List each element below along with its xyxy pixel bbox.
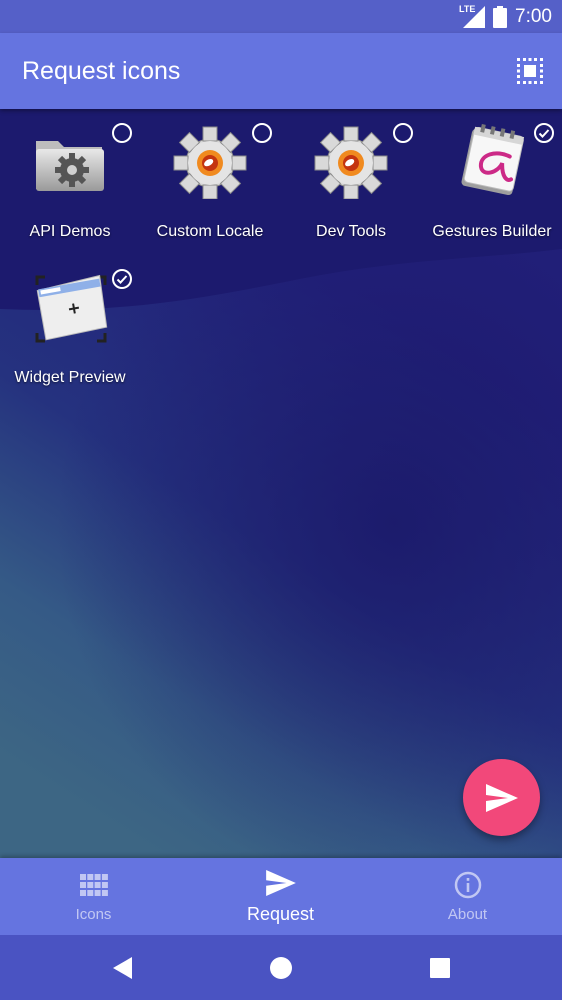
- folder-gear-icon: [36, 141, 104, 191]
- widget-preview-icon: [35, 274, 108, 343]
- status-bar: LTE 7:00: [0, 0, 562, 33]
- select-all-icon: [517, 58, 543, 84]
- battery-icon: [493, 5, 508, 28]
- app-tile-widget-preview[interactable]: Widget Preview: [0, 254, 140, 394]
- send-icon: [265, 870, 296, 896]
- nav-label: Request: [246, 904, 315, 924]
- back-icon[interactable]: [110, 955, 136, 981]
- checked-circle-icon[interactable]: [533, 122, 555, 144]
- nav-item-about[interactable]: About: [374, 858, 561, 935]
- lte-signal-icon: LTE: [459, 4, 486, 28]
- unchecked-circle-icon[interactable]: [392, 122, 414, 144]
- send-request-button[interactable]: [463, 759, 540, 836]
- app-tile-gestures-builder[interactable]: Gestures Builder: [422, 109, 562, 249]
- recents-icon[interactable]: [427, 955, 453, 981]
- app-label: API Demos: [29, 223, 111, 240]
- system-navigation-bar: [0, 935, 562, 1000]
- send-icon: [486, 784, 518, 812]
- app-bar: Request icons: [0, 33, 562, 109]
- home-icon[interactable]: [268, 955, 294, 981]
- status-icons: LTE 7:00: [459, 4, 552, 29]
- select-all-button[interactable]: [514, 55, 546, 87]
- app-tile-dev-tools[interactable]: Dev Tools: [281, 109, 421, 249]
- nav-label: Icons: [75, 906, 112, 923]
- info-icon: [454, 871, 481, 899]
- bottom-navigation: Icons Request About: [0, 858, 562, 935]
- unchecked-circle-icon[interactable]: [111, 122, 133, 144]
- app-label: Widget Preview: [14, 369, 126, 386]
- gear-icon: [314, 126, 388, 199]
- checked-circle-icon[interactable]: [111, 268, 133, 290]
- unchecked-circle-icon[interactable]: [251, 122, 273, 144]
- app-tile-custom-locale[interactable]: Custom Locale: [140, 109, 280, 249]
- clock: 7:00: [515, 5, 552, 27]
- gear-icon: [173, 126, 247, 199]
- gestures-icon: [461, 124, 525, 196]
- grid-icon: [79, 874, 108, 896]
- nav-item-request[interactable]: Request: [187, 858, 374, 935]
- app-tile-api-demos[interactable]: API Demos: [0, 109, 140, 249]
- app-label: Gestures Builder: [432, 223, 552, 240]
- nav-label: About: [447, 906, 488, 923]
- wallpaper: API Demos Custom Locale Dev Tools Gestur…: [0, 109, 562, 858]
- nav-item-icons[interactable]: Icons: [0, 858, 187, 935]
- page-title: Request icons: [22, 57, 181, 85]
- app-label: Dev Tools: [316, 223, 386, 240]
- app-label: Custom Locale: [156, 223, 264, 240]
